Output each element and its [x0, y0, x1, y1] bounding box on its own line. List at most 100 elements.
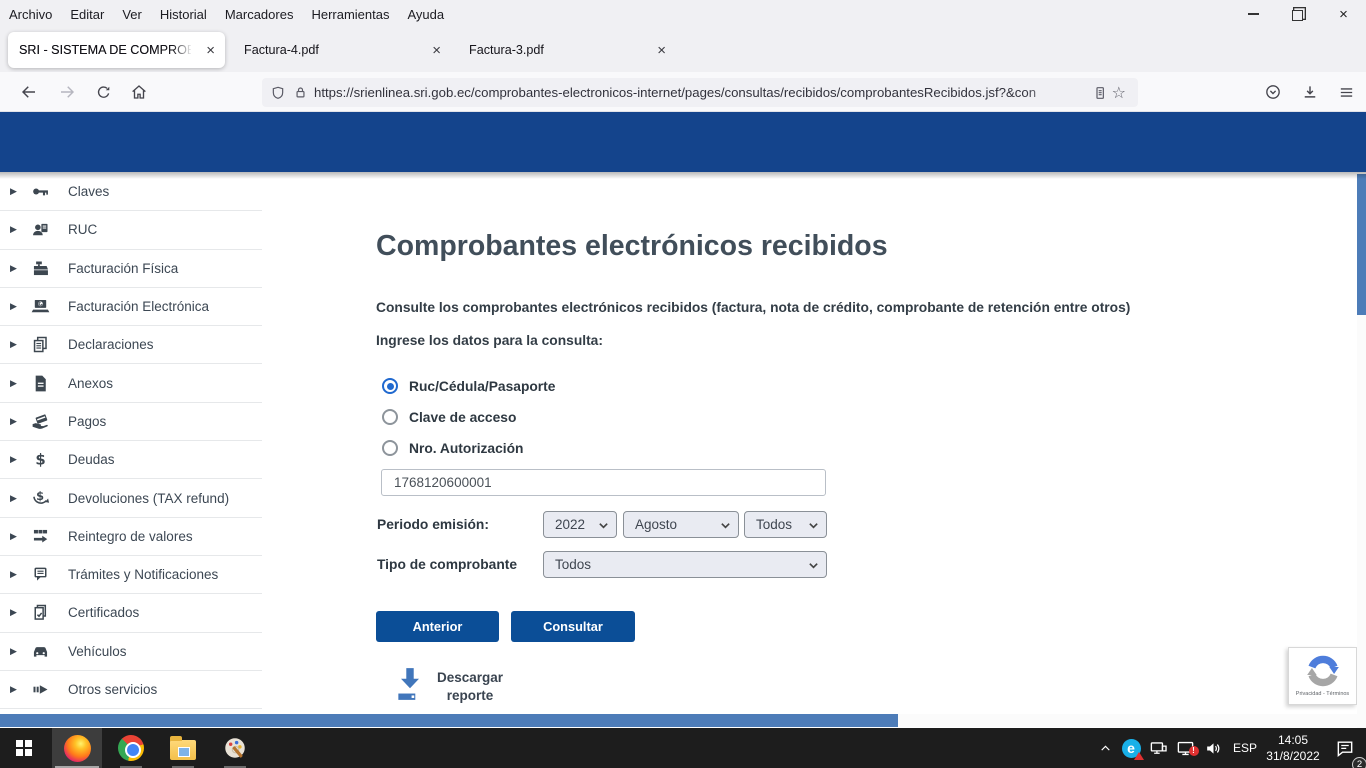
chevron-down-icon — [808, 520, 819, 531]
reader-mode-icon[interactable] — [1092, 85, 1108, 101]
sidebar-item[interactable]: ▶ RUC — [0, 211, 262, 249]
period-year-select[interactable]: 2022 — [543, 511, 617, 538]
downloads-icon[interactable] — [1295, 78, 1325, 106]
tray-eset-icon[interactable]: e — [1119, 728, 1143, 768]
sidebar-item[interactable]: ▶ Certificados — [0, 594, 262, 632]
tray-volume-icon[interactable] — [1200, 728, 1226, 768]
tab-title: Factura-3.pdf — [458, 43, 544, 57]
tab-close-icon[interactable]: × — [649, 42, 674, 59]
period-day-select[interactable]: Todos — [744, 511, 827, 538]
start-button[interactable] — [0, 728, 48, 768]
menu-item[interactable]: Archivo — [0, 7, 61, 22]
expand-caret-icon[interactable]: ▶ — [10, 301, 26, 312]
menu-item[interactable]: Herramientas — [302, 7, 398, 22]
expand-caret-icon[interactable]: ▶ — [10, 684, 26, 695]
sidebar-item-icon — [30, 564, 51, 585]
expand-caret-icon[interactable]: ▶ — [10, 339, 26, 350]
vertical-scroll-thumb[interactable] — [1357, 174, 1366, 315]
ruc-input[interactable] — [381, 469, 826, 496]
expand-caret-icon[interactable]: ▶ — [10, 607, 26, 618]
tab-title: Factura-4.pdf — [233, 43, 319, 57]
close-button[interactable]: × — [1321, 0, 1366, 28]
lock-icon[interactable] — [293, 85, 308, 100]
expand-caret-icon[interactable]: ▶ — [10, 531, 26, 542]
tray-chevron-icon[interactable] — [1094, 728, 1116, 768]
menu-item[interactable]: Ver — [113, 7, 151, 22]
bookmark-star-icon[interactable]: ☆ — [1108, 83, 1130, 103]
tray-language[interactable]: ESP — [1228, 728, 1262, 768]
period-month-select[interactable]: Agosto — [623, 511, 739, 538]
radio-icon[interactable] — [382, 409, 398, 425]
radio-option-autorizacion[interactable]: Nro. Autorización — [382, 438, 523, 458]
url-bar[interactable]: https://srienlinea.sri.gob.ec/comprobant… — [262, 78, 1138, 107]
tray-clock[interactable]: 14:05 31/8/2022 — [1262, 728, 1324, 768]
notification-center-icon[interactable]: 2 — [1330, 728, 1360, 768]
menu-item[interactable]: Editar — [61, 7, 113, 22]
expand-caret-icon[interactable]: ▶ — [10, 263, 26, 274]
sidebar-item-icon — [30, 449, 51, 470]
radio-icon[interactable] — [382, 378, 398, 394]
recaptcha-terms[interactable]: Privacidad - Términos — [1296, 691, 1349, 697]
expand-caret-icon[interactable]: ▶ — [10, 454, 26, 465]
sidebar-item[interactable]: ▶ Anexos — [0, 364, 262, 402]
menu-item[interactable]: Ayuda — [398, 7, 453, 22]
sidebar-item[interactable]: ▶ Declaraciones — [0, 326, 262, 364]
restore-button[interactable] — [1276, 0, 1321, 28]
sidebar-item[interactable]: ▶ Deudas — [0, 441, 262, 479]
anterior-button[interactable]: Anterior — [376, 611, 499, 642]
radio-icon[interactable] — [382, 440, 398, 456]
expand-caret-icon[interactable]: ▶ — [10, 378, 26, 389]
app-menu-icon[interactable] — [1331, 78, 1361, 106]
forward-icon[interactable] — [52, 78, 82, 106]
pocket-icon[interactable] — [1258, 78, 1288, 106]
menu-item[interactable]: Historial — [151, 7, 216, 22]
sidebar-item[interactable]: ▶ Facturación Física — [0, 250, 262, 288]
tab-factura3[interactable]: Factura-3.pdf × — [458, 32, 676, 68]
vertical-scrollbar[interactable] — [1357, 172, 1366, 728]
taskbar-chrome-icon[interactable] — [106, 728, 156, 768]
consultar-button[interactable]: Consultar — [511, 611, 635, 642]
tray-network-icon[interactable] — [1146, 728, 1170, 768]
taskbar-firefox-icon[interactable] — [52, 728, 102, 768]
shield-icon[interactable] — [270, 85, 286, 101]
notification-count-badge: 2 — [1352, 757, 1366, 768]
radio-option-ruc[interactable]: Ruc/Cédula/Pasaporte — [382, 376, 555, 396]
reload-icon[interactable] — [88, 78, 118, 106]
taskbar-explorer-icon[interactable] — [158, 728, 208, 768]
sidebar-item[interactable]: ▶ Facturación Electrónica — [0, 288, 262, 326]
sidebar-item[interactable]: ▶ Claves — [0, 173, 262, 211]
download-report-link[interactable]: Descargar reporte — [396, 666, 507, 705]
download-report-label: Descargar reporte — [433, 669, 507, 705]
expand-caret-icon[interactable]: ▶ — [10, 569, 26, 580]
expand-caret-icon[interactable]: ▶ — [10, 224, 26, 235]
expand-caret-icon[interactable]: ▶ — [10, 646, 26, 657]
expand-caret-icon[interactable]: ▶ — [10, 416, 26, 427]
expand-caret-icon[interactable]: ▶ — [10, 493, 26, 504]
sidebar-item[interactable]: ▶ Vehículos — [0, 633, 262, 671]
minimize-button[interactable] — [1231, 0, 1276, 28]
home-icon[interactable] — [124, 78, 154, 106]
url-text[interactable]: https://srienlinea.sri.gob.ec/comprobant… — [314, 85, 1092, 100]
tab-factura4[interactable]: Factura-4.pdf × — [233, 32, 451, 68]
radio-option-clave[interactable]: Clave de acceso — [382, 407, 516, 427]
expand-caret-icon[interactable]: ▶ — [10, 186, 26, 197]
tab-sri[interactable]: SRI - SISTEMA DE COMPROBANTES SRI - SIST… — [8, 32, 225, 68]
recaptcha-badge[interactable]: Privacidad - Términos — [1288, 647, 1357, 705]
tab-title: SRI - SISTEMA DE COMPROBANTES — [19, 43, 191, 57]
sidebar-item[interactable]: ▶ Devoluciones (TAX refund) — [0, 479, 262, 517]
sidebar-item[interactable]: ▶ Otros servicios — [0, 671, 262, 709]
horizontal-scroll-thumb[interactable] — [0, 714, 898, 727]
tab-close-icon[interactable]: × — [198, 42, 223, 59]
page-content: ▶ Claves ▶ RUC ▶ Facturación Física ▶ Fa… — [0, 172, 1366, 728]
tray-display-alert-icon[interactable]: ! — [1173, 728, 1197, 768]
sidebar-item[interactable]: ▶ Reintegro de valores — [0, 518, 262, 556]
taskbar-paint-icon[interactable] — [210, 728, 260, 768]
sidebar-item[interactable]: ▶ Pagos — [0, 403, 262, 441]
browser-menubar: ArchivoEditarVerHistorialMarcadoresHerra… — [0, 0, 1366, 28]
sidebar-item[interactable]: ▶ Trámites y Notificaciones — [0, 556, 262, 594]
back-icon[interactable] — [14, 78, 44, 106]
type-select[interactable]: Todos — [543, 551, 827, 578]
horizontal-scrollbar[interactable] — [0, 714, 1366, 727]
menu-item[interactable]: Marcadores — [216, 7, 303, 22]
tab-close-icon[interactable]: × — [424, 42, 449, 59]
